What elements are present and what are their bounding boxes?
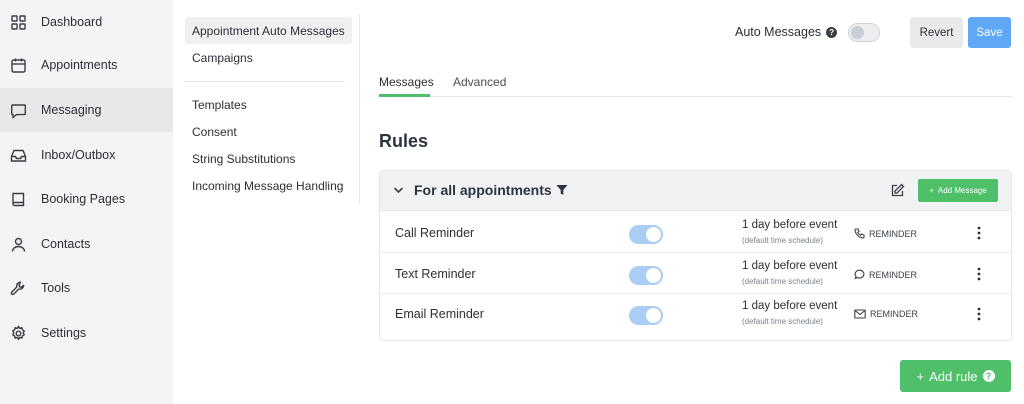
envelope-icon bbox=[854, 309, 866, 319]
sidebar-item-inbox-outbox[interactable]: Inbox/Outbox bbox=[0, 133, 173, 177]
rule-type: REMINDER bbox=[869, 228, 918, 239]
rule-channel: REMINDER bbox=[854, 269, 917, 280]
rule-enabled-toggle[interactable] bbox=[629, 306, 663, 325]
save-button[interactable]: Save bbox=[968, 17, 1011, 48]
rule-channel: REMINDER bbox=[854, 309, 918, 319]
phone-icon bbox=[854, 228, 865, 239]
submenu-item-string-substitutions[interactable]: String Substitutions bbox=[185, 145, 302, 172]
rule-enabled-toggle[interactable] bbox=[629, 225, 663, 244]
tab-advanced[interactable]: Advanced bbox=[453, 75, 506, 89]
sidebar-item-dashboard[interactable]: Dashboard bbox=[0, 0, 173, 44]
sidebar-item-messaging[interactable]: Messaging bbox=[0, 88, 173, 132]
toggle-knob bbox=[646, 227, 661, 242]
sidebar-item-label: Booking Pages bbox=[41, 192, 126, 206]
add-rule-button[interactable]: + Add rule ? bbox=[900, 360, 1011, 392]
rule-timing: 1 day before event bbox=[742, 300, 838, 312]
auto-messages-toggle[interactable] bbox=[848, 23, 880, 42]
submenu-item-templates[interactable]: Templates bbox=[185, 91, 254, 118]
add-rule-label: Add rule bbox=[929, 368, 978, 384]
rule-group-card: For all appointments + Add Message Call … bbox=[379, 170, 1012, 341]
rule-row-call-reminder: Call Reminder 1 day before event (defaul… bbox=[380, 213, 1011, 253]
calendar-icon bbox=[10, 57, 27, 74]
rule-schedule: (default time schedule) bbox=[742, 277, 823, 286]
wrench-icon bbox=[10, 280, 27, 297]
auto-messages-text: Auto Messages bbox=[735, 25, 822, 39]
help-icon[interactable]: ? bbox=[826, 26, 838, 38]
main-sidebar: Dashboard Appointments Messaging Inbox/O… bbox=[0, 0, 173, 404]
tab-messages[interactable]: Messages bbox=[379, 75, 434, 89]
rule-name: Call Reminder bbox=[395, 226, 475, 240]
sidebar-item-settings[interactable]: Settings bbox=[0, 311, 173, 355]
rule-row-email-reminder: Email Reminder 1 day before event (defau… bbox=[380, 294, 1011, 334]
toggle-knob bbox=[646, 308, 661, 323]
toggle-knob bbox=[646, 268, 661, 283]
sidebar-item-label: Dashboard bbox=[41, 15, 103, 29]
revert-button[interactable]: Revert bbox=[910, 17, 963, 48]
submenu-item-incoming-message-handling[interactable]: Incoming Message Handling bbox=[185, 172, 350, 199]
rule-timing: 1 day before event bbox=[742, 219, 838, 231]
book-icon bbox=[10, 191, 27, 208]
plus-icon: + bbox=[916, 368, 925, 384]
sidebar-item-label: Inbox/Outbox bbox=[41, 148, 116, 162]
sidebar-item-appointments[interactable]: Appointments bbox=[0, 43, 173, 87]
sidebar-item-label: Contacts bbox=[41, 237, 91, 251]
more-options-icon[interactable] bbox=[977, 267, 981, 281]
inbox-tray-icon bbox=[10, 147, 27, 164]
rule-schedule: (default time schedule) bbox=[742, 317, 823, 326]
rule-schedule: (default time schedule) bbox=[742, 236, 823, 245]
submenu-divider bbox=[184, 81, 345, 82]
chat-bubble-icon bbox=[10, 102, 27, 119]
rule-timing: 1 day before event bbox=[742, 260, 838, 272]
gear-icon bbox=[10, 324, 27, 342]
rule-type: REMINDER bbox=[869, 269, 918, 280]
rule-group-header: For all appointments + Add Message bbox=[380, 171, 1011, 211]
sidebar-item-contacts[interactable]: Contacts bbox=[0, 222, 173, 266]
add-message-button[interactable]: + Add Message bbox=[918, 179, 998, 202]
plus-icon: + bbox=[929, 186, 934, 195]
submenu-item-appointment-auto-messages[interactable]: Appointment Auto Messages bbox=[185, 17, 352, 44]
chat-bubble-icon bbox=[854, 269, 865, 280]
column-divider bbox=[359, 14, 360, 204]
sidebar-item-label: Appointments bbox=[41, 58, 118, 72]
submenu-item-campaigns[interactable]: Campaigns bbox=[185, 44, 260, 71]
rule-channel: REMINDER bbox=[854, 228, 917, 239]
messaging-submenu: Appointment Auto Messages Campaigns Temp… bbox=[173, 0, 360, 404]
rule-group-title: For all appointments bbox=[414, 182, 552, 198]
rule-type: REMINDER bbox=[870, 309, 919, 319]
tab-bar-divider bbox=[379, 96, 1012, 97]
more-options-icon[interactable] bbox=[977, 307, 981, 321]
sidebar-item-tools[interactable]: Tools bbox=[0, 266, 173, 310]
rule-enabled-toggle[interactable] bbox=[629, 266, 663, 285]
help-icon: ? bbox=[982, 370, 995, 382]
submenu-item-consent[interactable]: Consent bbox=[185, 118, 244, 145]
active-tab-indicator bbox=[379, 94, 430, 97]
edit-icon[interactable] bbox=[890, 183, 905, 198]
toggle-knob bbox=[851, 26, 864, 39]
person-icon bbox=[10, 236, 27, 253]
sidebar-item-label: Tools bbox=[41, 281, 71, 295]
chevron-down-icon[interactable] bbox=[393, 185, 404, 196]
filter-icon[interactable] bbox=[556, 184, 568, 196]
auto-messages-label: Auto Messages ? bbox=[735, 25, 838, 39]
sidebar-item-booking-pages[interactable]: Booking Pages bbox=[0, 177, 173, 221]
sidebar-item-label: Messaging bbox=[41, 103, 102, 117]
dashboard-grid-icon bbox=[10, 14, 27, 31]
more-options-icon[interactable] bbox=[977, 226, 981, 240]
sidebar-item-label: Settings bbox=[41, 326, 87, 340]
rule-name: Text Reminder bbox=[395, 267, 476, 281]
rule-name: Email Reminder bbox=[395, 307, 484, 321]
rule-row-text-reminder: Text Reminder 1 day before event (defaul… bbox=[380, 254, 1011, 294]
add-message-label: Add Message bbox=[937, 186, 987, 195]
page-title: Rules bbox=[379, 131, 429, 151]
